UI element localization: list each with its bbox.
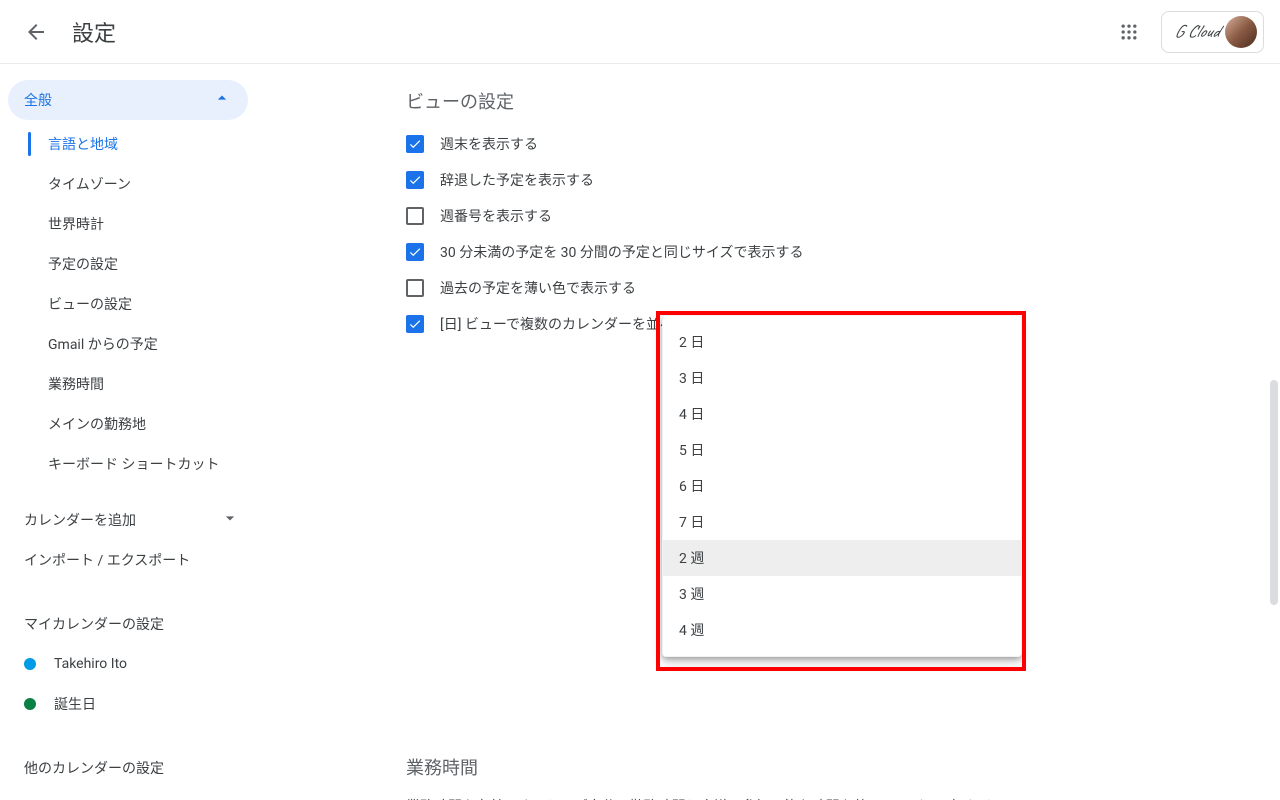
checkbox-label: 辞退した予定を表示する [440,170,594,190]
chevron-down-icon [220,508,240,532]
section-title-working-hours: 業務時間 [406,754,1016,780]
sidebar-item-gmail-events[interactable]: Gmail からの予定 [0,324,256,364]
checkbox-row: 30 分未満の予定を 30 分間の予定と同じサイズで表示する [406,242,1016,262]
working-hours-description: 業務時間を有効にすると、ご自分の勤務時間と会議に参加可能な時間を他のユーザーに知… [406,796,1016,800]
checkbox-row: 過去の予定を薄い色で表示する [406,278,1016,298]
back-button[interactable] [16,12,56,52]
sidebar-item-view-settings[interactable]: ビューの設定 [0,284,256,324]
checkbox-label: 30 分未満の予定を 30 分間の予定と同じサイズで表示する [440,242,803,262]
sidebar-my-calendars-heading: マイカレンダーの設定 [0,604,256,644]
checkbox[interactable] [406,207,424,225]
calendar-item[interactable]: Takehiro Ito [0,644,256,684]
dropdown-option[interactable]: 6 日 [663,468,1021,504]
chevron-up-icon [212,88,232,112]
checkbox-label: 週番号を表示する [440,206,552,226]
calendar-color-dot [24,698,36,710]
apps-icon[interactable] [1109,12,1149,52]
checkbox-label: 過去の予定を薄い色で表示する [440,278,636,298]
app-header: 設定 G Cloud [0,0,1280,64]
checkbox[interactable] [406,135,424,153]
sidebar-section-general[interactable]: 全般 [8,80,248,120]
checkbox-row: 辞退した予定を表示する [406,170,1016,190]
sidebar-item-event-settings[interactable]: 予定の設定 [0,244,256,284]
calendar-item[interactable]: 日本の祝日 [0,788,256,800]
scrollbar-thumb[interactable] [1270,380,1278,605]
calendar-item[interactable]: 誕生日 [0,684,256,724]
sidebar-subitems: 言語と地域 タイムゾーン 世界時計 予定の設定 ビューの設定 Gmail からの… [0,124,256,484]
sidebar-item-keyboard-shortcuts[interactable]: キーボード ショートカット [0,444,256,484]
checkbox[interactable] [406,171,424,189]
sidebar-general-label: 全般 [24,90,52,110]
page-title: 設定 [72,16,116,48]
checkbox[interactable] [406,279,424,297]
checkbox-row: 週末を表示する [406,134,1016,154]
checkbox[interactable] [406,315,424,333]
calendar-color-dot [24,658,36,670]
sidebar-item-world-clock[interactable]: 世界時計 [0,204,256,244]
sidebar-item-timezone[interactable]: タイムゾーン [0,164,256,204]
dropdown-option[interactable]: 2 日 [663,324,1021,360]
dropdown-option[interactable]: 3 週 [663,576,1021,612]
dropdown-option[interactable]: 4 週 [663,612,1021,648]
avatar [1225,16,1257,48]
sidebar-item-working-hours[interactable]: 業務時間 [0,364,256,404]
sidebar-item-main-location[interactable]: メインの勤務地 [0,404,256,444]
sidebar-item-language-region[interactable]: 言語と地域 [0,124,256,164]
dropdown-option[interactable]: 7 日 [663,504,1021,540]
sidebar-import-export[interactable]: インポート / エクスポート [0,540,256,580]
section-title-view: ビューの設定 [406,88,1016,114]
scrollbar-track[interactable] [1266,64,1278,800]
sidebar-other-calendars-heading: 他のカレンダーの設定 [0,748,256,788]
sidebar-add-calendar[interactable]: カレンダーを追加 [0,500,256,540]
checkbox-label: 週末を表示する [440,134,538,154]
dropdown-option[interactable]: 4 日 [663,396,1021,432]
dropdown-option[interactable]: 2 週 [663,540,1021,576]
dropdown-option[interactable]: 3 日 [663,360,1021,396]
checkbox[interactable] [406,243,424,261]
custom-view-dropdown[interactable]: 2 日3 日4 日5 日6 日7 日2 週3 週4 週 [662,315,1022,657]
checkbox-row: 週番号を表示する [406,206,1016,226]
main-content: ビューの設定 週末を表示する辞退した予定を表示する週番号を表示する 30 分未満の… [256,64,1280,800]
dropdown-option[interactable]: 5 日 [663,432,1021,468]
account-label: G Cloud [1174,21,1219,43]
sidebar: 全般 言語と地域 タイムゾーン 世界時計 予定の設定 ビューの設定 Gmail … [0,64,256,800]
account-chip[interactable]: G Cloud [1161,11,1264,53]
